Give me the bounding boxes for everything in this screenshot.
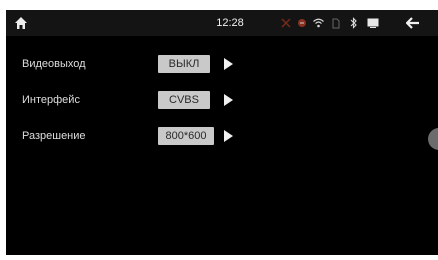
setting-row-video-output[interactable]: Видеовыход ВЫКЛ [6,52,438,76]
back-icon[interactable] [404,10,422,36]
setting-row-interface[interactable]: Интерфейс CVBS [6,88,438,112]
setting-label: Разрешение [22,130,86,142]
window-icon[interactable] [366,10,380,36]
setting-label: Видеовыход [22,58,86,70]
wifi-icon [312,10,324,36]
play-arrow-icon[interactable] [224,58,233,70]
status-bar: 12:28 [6,10,438,36]
setting-value-button[interactable]: CVBS [158,91,210,109]
setting-value-button[interactable]: ВЫКЛ [158,55,210,73]
setting-label: Интерфейс [22,94,80,106]
phone-missed-icon [296,10,308,36]
setting-value-button[interactable]: 800*600 [158,127,214,145]
home-icon[interactable] [12,10,30,36]
bluetooth-icon [348,10,360,36]
play-arrow-icon[interactable] [224,94,233,106]
screen: 12:28 Видеовыход ВЫКЛ Интерфейс CVBS Раз… [6,10,438,255]
play-arrow-icon[interactable] [224,130,233,142]
clock: 12:28 [216,17,244,29]
no-usb-icon [280,10,292,36]
sim-icon [330,10,342,36]
setting-row-resolution[interactable]: Разрешение 800*600 [6,124,438,148]
